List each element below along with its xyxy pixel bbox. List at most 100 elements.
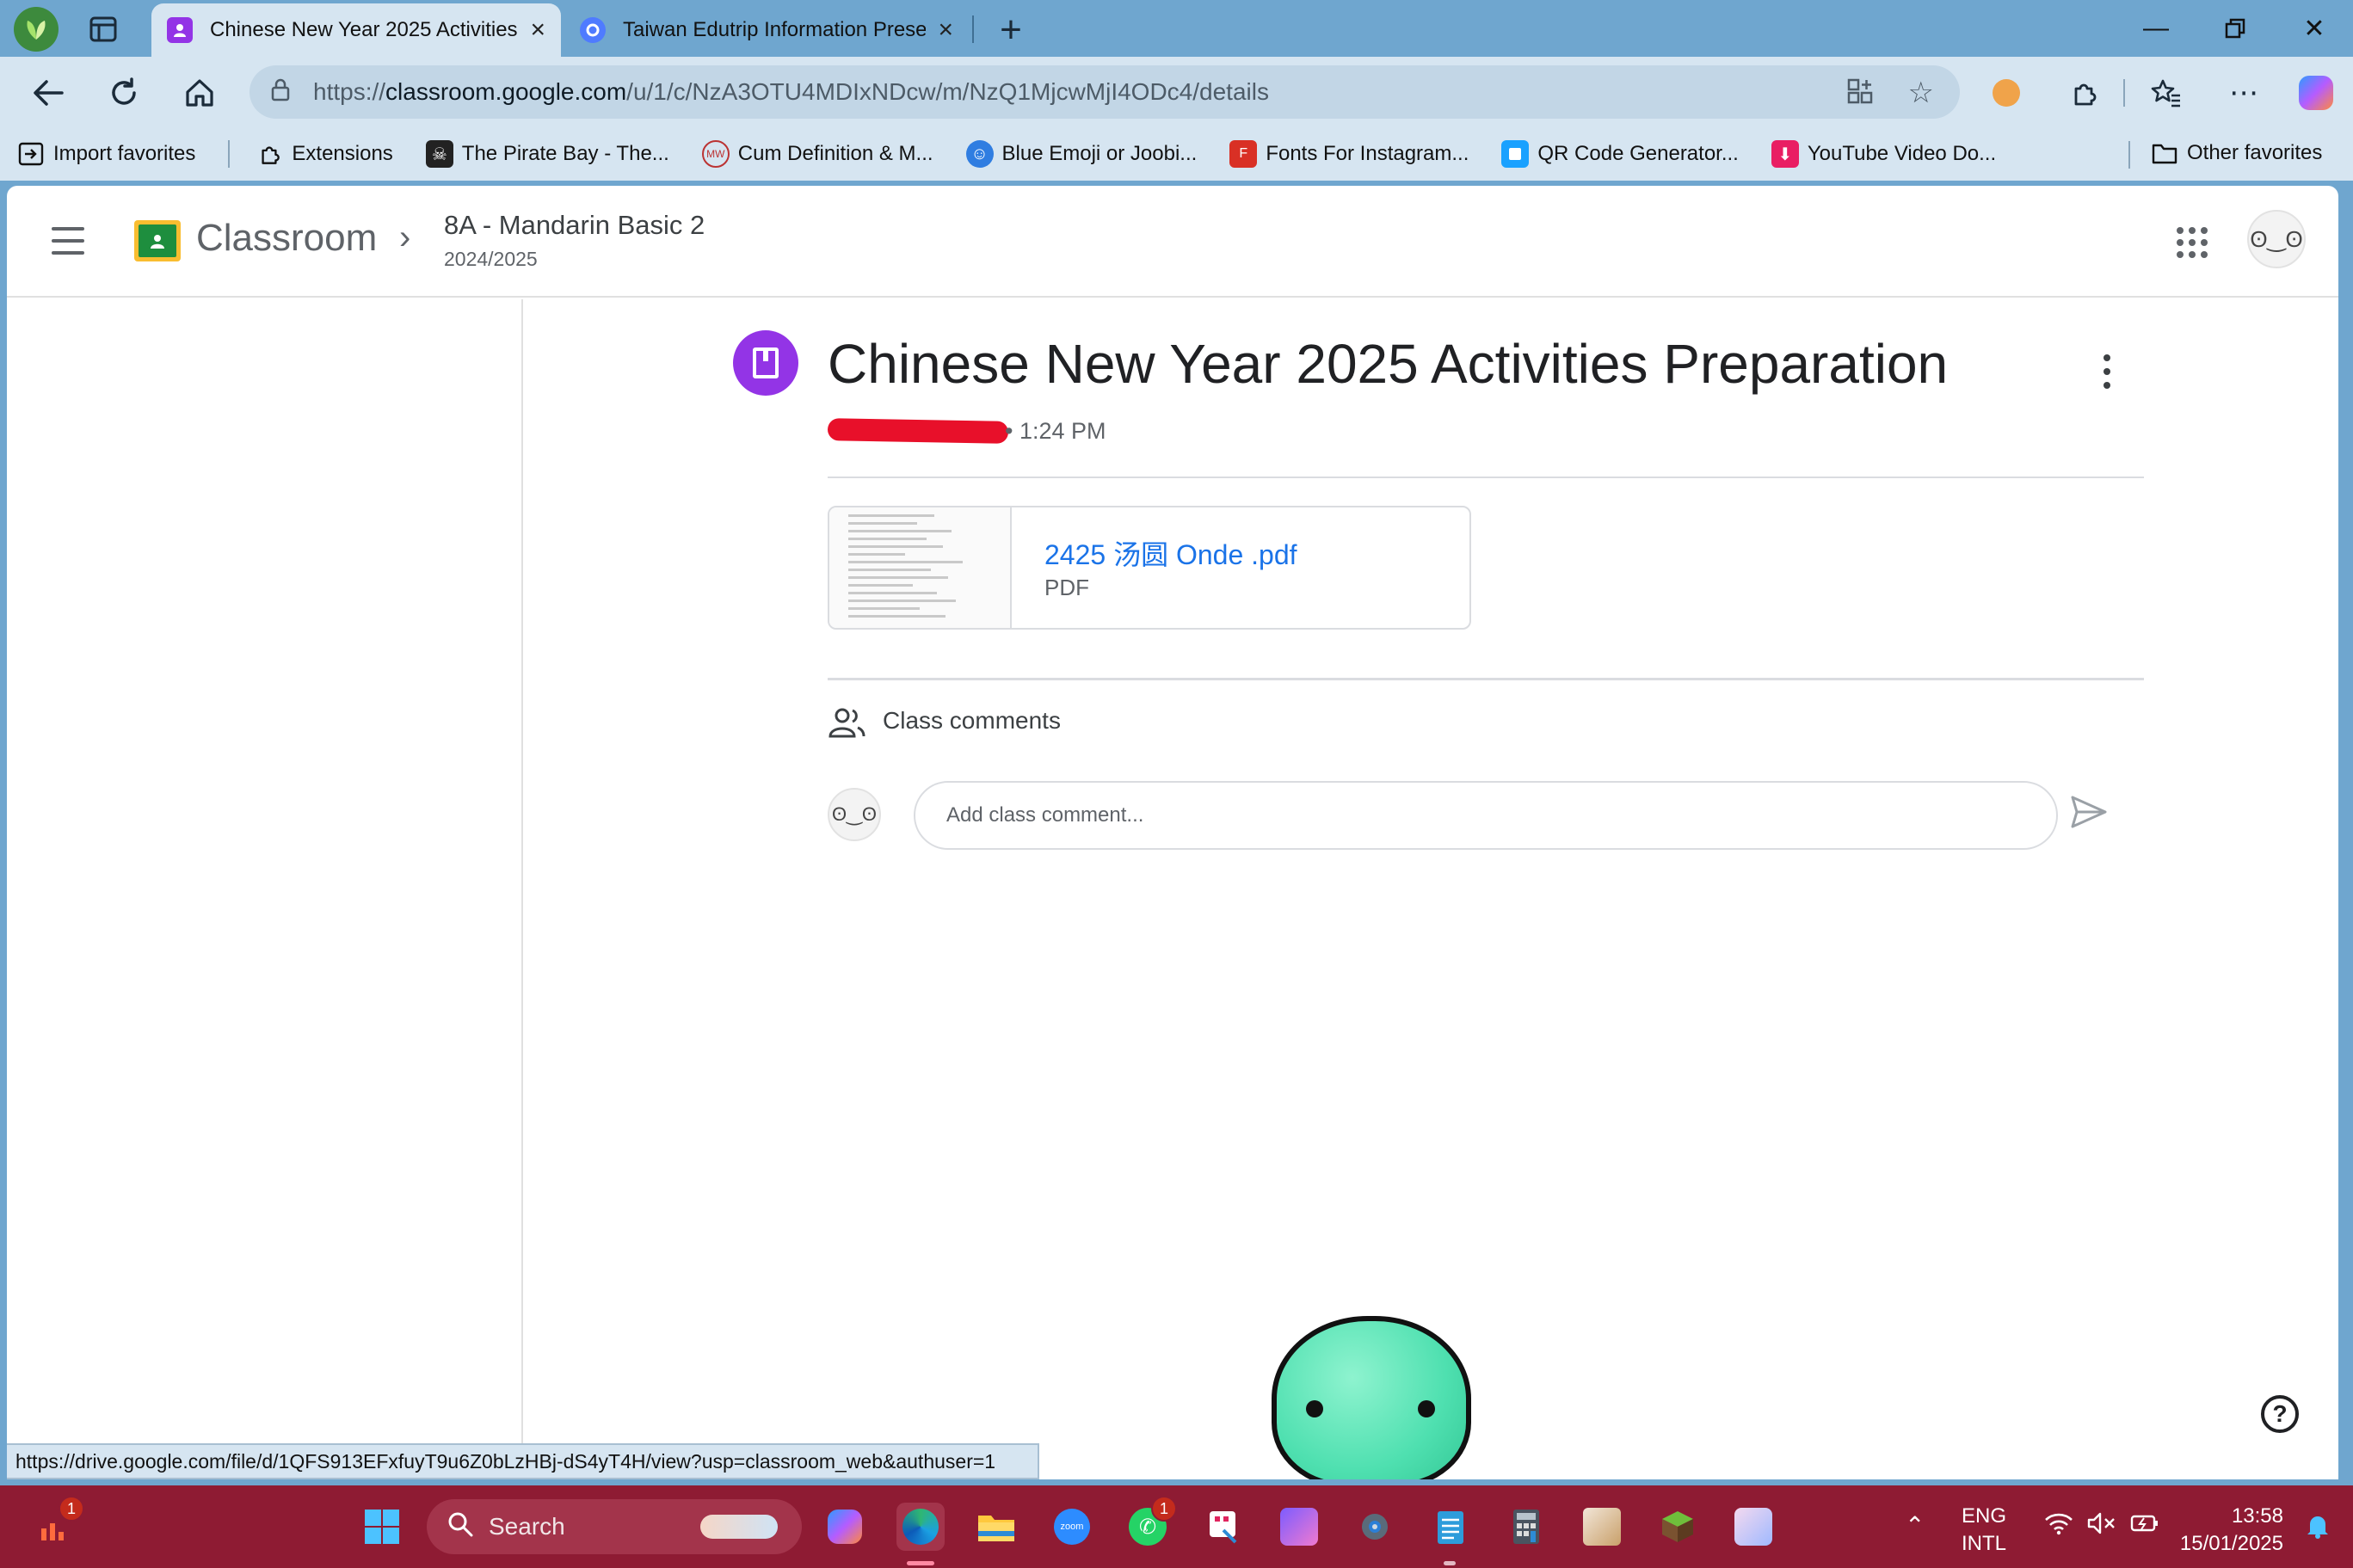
- minecraft-icon[interactable]: [1654, 1503, 1702, 1551]
- app-available-icon[interactable]: [1846, 77, 1874, 111]
- back-icon[interactable]: [24, 69, 72, 117]
- bookmark-blue-emoji[interactable]: ☺ Blue Emoji or Joobi...: [965, 140, 1197, 168]
- edge-icon[interactable]: [896, 1503, 945, 1551]
- tab-actions-icon[interactable]: [84, 12, 122, 46]
- bookmark-label: Fonts For Instagram...: [1266, 142, 1469, 165]
- clock-date: 15/01/2025: [2179, 1532, 2283, 1555]
- notifications-bell-icon[interactable]: [2306, 1513, 2330, 1545]
- game-app-icon[interactable]: [1578, 1503, 1626, 1551]
- app-name[interactable]: Classroom: [196, 217, 377, 260]
- lang-top: ENG: [1962, 1504, 2007, 1528]
- url-host: classroom.google.com: [385, 78, 627, 105]
- fonts-icon: F: [1229, 140, 1258, 168]
- post-options-icon[interactable]: [2101, 354, 2113, 389]
- calculator-icon[interactable]: [1502, 1503, 1550, 1551]
- bookmark-label: Import favorites: [53, 142, 196, 165]
- google-apps-icon[interactable]: [2177, 227, 2208, 258]
- commenter-avatar: ʘ‿ʘ: [828, 788, 881, 841]
- notification-badge: 1: [1151, 1496, 1177, 1522]
- lock-icon[interactable]: [270, 77, 291, 108]
- bookmarks-bar: Import favorites Extensions ☠ The Pirate…: [0, 127, 2353, 181]
- redacted-author-mark: [827, 418, 1009, 444]
- bookmark-cum-definition[interactable]: MW Cum Definition & M...: [701, 140, 933, 168]
- send-comment-icon[interactable]: [2070, 795, 2111, 836]
- home-icon[interactable]: [176, 69, 224, 117]
- favorite-star-icon[interactable]: ☆: [1908, 76, 1934, 110]
- attachment-thumbnail[interactable]: [829, 507, 1012, 628]
- bookmark-fonts-instagram[interactable]: F Fonts For Instagram...: [1229, 140, 1469, 168]
- slime-mascot-sticker: [1272, 1316, 1471, 1479]
- search-label: Search: [489, 1513, 565, 1540]
- main-menu-icon[interactable]: [48, 224, 88, 258]
- widgets-icon[interactable]: 1: [31, 1496, 84, 1551]
- close-tab-icon[interactable]: ×: [938, 15, 953, 45]
- class-comment-input[interactable]: [914, 781, 2058, 850]
- extension-avatar-icon[interactable]: [1982, 69, 2030, 117]
- minimize-icon[interactable]: —: [2116, 0, 2196, 57]
- file-explorer-icon[interactable]: [972, 1503, 1020, 1551]
- breadcrumb-chevron-icon: ›: [399, 218, 411, 256]
- close-window-icon[interactable]: ✕: [2275, 0, 2353, 57]
- snipping-tool-icon[interactable]: [1199, 1503, 1247, 1551]
- open-app-indicator: [1444, 1561, 1456, 1565]
- download-icon: ⬇: [1771, 140, 1799, 168]
- input-language[interactable]: ENG INTL: [1962, 1503, 2006, 1558]
- start-icon[interactable]: [358, 1503, 406, 1551]
- classroom-logo-icon[interactable]: [134, 220, 181, 261]
- tab-chinese-new-year[interactable]: Chinese New Year 2025 Activities ×: [151, 3, 561, 57]
- puzzle-icon: [256, 140, 283, 168]
- notification-badge: 1: [59, 1496, 84, 1522]
- mw-icon: MW: [701, 140, 730, 168]
- show-hidden-icons[interactable]: ⌃: [1905, 1511, 1925, 1540]
- wifi-icon[interactable]: [2044, 1511, 2073, 1541]
- bookmark-pirate-bay[interactable]: ☠ The Pirate Bay - The...: [425, 140, 669, 168]
- import-icon: [17, 140, 45, 168]
- volume-muted-icon[interactable]: [2087, 1511, 2116, 1541]
- clock[interactable]: 13:58 15/01/2025: [2171, 1503, 2283, 1558]
- more-options-icon[interactable]: ⋯: [2220, 69, 2268, 117]
- copilot-app-icon[interactable]: [821, 1503, 869, 1551]
- bookmark-extensions[interactable]: Extensions: [256, 140, 393, 168]
- class-name-link[interactable]: 8A - Mandarin Basic 2: [444, 210, 705, 241]
- extensions-icon[interactable]: [2060, 69, 2108, 117]
- whatsapp-icon[interactable]: ✆ 1: [1124, 1496, 1177, 1551]
- close-tab-icon[interactable]: ×: [530, 15, 545, 45]
- anime-app-icon[interactable]: [1275, 1503, 1323, 1551]
- bookmark-import-favorites[interactable]: Import favorites: [17, 140, 195, 168]
- attachment-type: PDF: [1044, 575, 1089, 600]
- url-field[interactable]: https://classroom.google.com/u/1/c/NzA3O…: [249, 65, 1960, 119]
- bookmark-divider: [228, 140, 231, 168]
- notepad-icon[interactable]: [1426, 1503, 1475, 1551]
- clock-time: 13:58: [2231, 1504, 2283, 1528]
- url-scheme: https://: [313, 78, 386, 105]
- tab-taiwan-edutrip[interactable]: Taiwan Edutrip Information Presen ×: [564, 3, 969, 57]
- account-avatar[interactable]: ʘ‿ʘ: [2247, 210, 2306, 268]
- restore-icon[interactable]: [2196, 0, 2275, 57]
- character-app-icon[interactable]: [1729, 1503, 1777, 1551]
- attachment-card[interactable]: 2425 汤圆 Onde .pdf PDF: [828, 506, 1471, 630]
- new-tab-icon[interactable]: +: [989, 9, 1032, 52]
- tab-title: Chinese New Year 2025 Activities: [210, 18, 518, 41]
- profile-icon[interactable]: [14, 7, 59, 52]
- attachment-name-link[interactable]: 2425 汤圆 Onde .pdf: [1044, 533, 1297, 573]
- settings-icon[interactable]: [1351, 1503, 1399, 1551]
- help-icon[interactable]: ?: [2261, 1395, 2299, 1433]
- taskbar-search[interactable]: Search: [427, 1499, 802, 1554]
- refresh-icon[interactable]: [100, 69, 148, 117]
- bookmark-other-favorites[interactable]: Other favorites: [2151, 139, 2322, 167]
- tab-title: Taiwan Edutrip Information Presen: [623, 18, 927, 41]
- bookmark-qr-code[interactable]: QR Code Generator...: [1501, 140, 1739, 168]
- copilot-icon[interactable]: [2292, 69, 2340, 117]
- tab-bar: Chinese New Year 2025 Activities × Taiwa…: [0, 0, 2353, 57]
- emoji-icon: ☺: [965, 140, 994, 168]
- canva-tab-icon: [580, 17, 606, 43]
- bookmark-label: The Pirate Bay - The...: [461, 142, 669, 165]
- active-app-indicator: [907, 1561, 934, 1565]
- bookmark-youtube-downloader[interactable]: ⬇ YouTube Video Do...: [1771, 140, 1996, 168]
- zoom-icon[interactable]: zoom: [1048, 1503, 1096, 1551]
- battery-icon[interactable]: [2130, 1513, 2159, 1540]
- favorites-icon[interactable]: [2142, 69, 2190, 117]
- search-highlight-icon: [700, 1515, 778, 1539]
- tab-divider: [972, 15, 974, 43]
- folder-icon: [2151, 139, 2178, 167]
